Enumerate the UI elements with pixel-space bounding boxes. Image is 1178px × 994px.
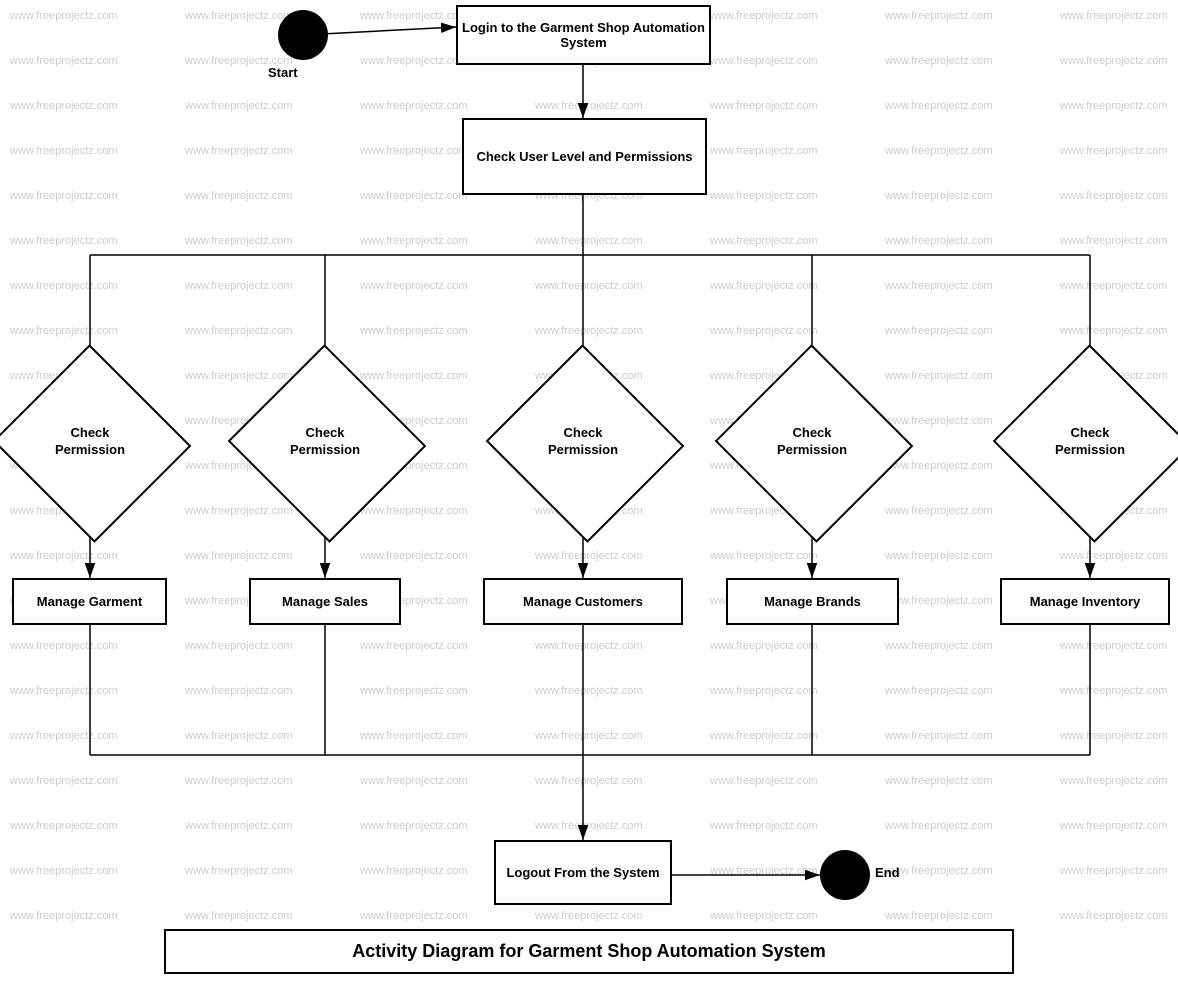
check-permission-5-label: CheckPermission <box>1055 425 1125 459</box>
check-permission-3: CheckPermission <box>513 375 653 508</box>
login-node: Login to the Garment Shop Automation Sys… <box>456 5 711 65</box>
manage-sales-label: Manage Sales <box>282 594 368 609</box>
manage-customers-label: Manage Customers <box>523 594 643 609</box>
check-permission-4-label: CheckPermission <box>777 425 847 459</box>
logout-label: Logout From the System <box>502 861 663 884</box>
check-permission-2: CheckPermission <box>255 375 395 508</box>
end-circle <box>820 850 870 900</box>
check-permission-1-label: CheckPermission <box>55 425 125 459</box>
end-label: End <box>875 865 900 880</box>
check-permissions-node: Check User Level and Permissions <box>462 118 707 195</box>
manage-customers-node: Manage Customers <box>483 578 683 625</box>
check-permission-3-label: CheckPermission <box>548 425 618 459</box>
manage-brands-node: Manage Brands <box>726 578 899 625</box>
check-permissions-label: Check User Level and Permissions <box>472 145 696 168</box>
manage-sales-node: Manage Sales <box>249 578 401 625</box>
check-permission-1: CheckPermission <box>20 375 160 508</box>
manage-inventory-label: Manage Inventory <box>1030 594 1141 609</box>
start-circle <box>278 10 328 60</box>
logout-node: Logout From the System <box>494 840 672 905</box>
login-label: Login to the Garment Shop Automation Sys… <box>458 16 709 54</box>
check-permission-4: CheckPermission <box>742 375 882 508</box>
check-permission-5: CheckPermission <box>1020 375 1160 508</box>
diagram-title: Activity Diagram for Garment Shop Automa… <box>164 929 1014 974</box>
manage-garment-label: Manage Garment <box>37 594 142 609</box>
manage-inventory-node: Manage Inventory <box>1000 578 1170 625</box>
diagram-title-text: Activity Diagram for Garment Shop Automa… <box>352 941 825 961</box>
manage-garment-node: Manage Garment <box>12 578 167 625</box>
start-label: Start <box>268 65 298 80</box>
check-permission-2-label: CheckPermission <box>290 425 360 459</box>
manage-brands-label: Manage Brands <box>764 594 861 609</box>
